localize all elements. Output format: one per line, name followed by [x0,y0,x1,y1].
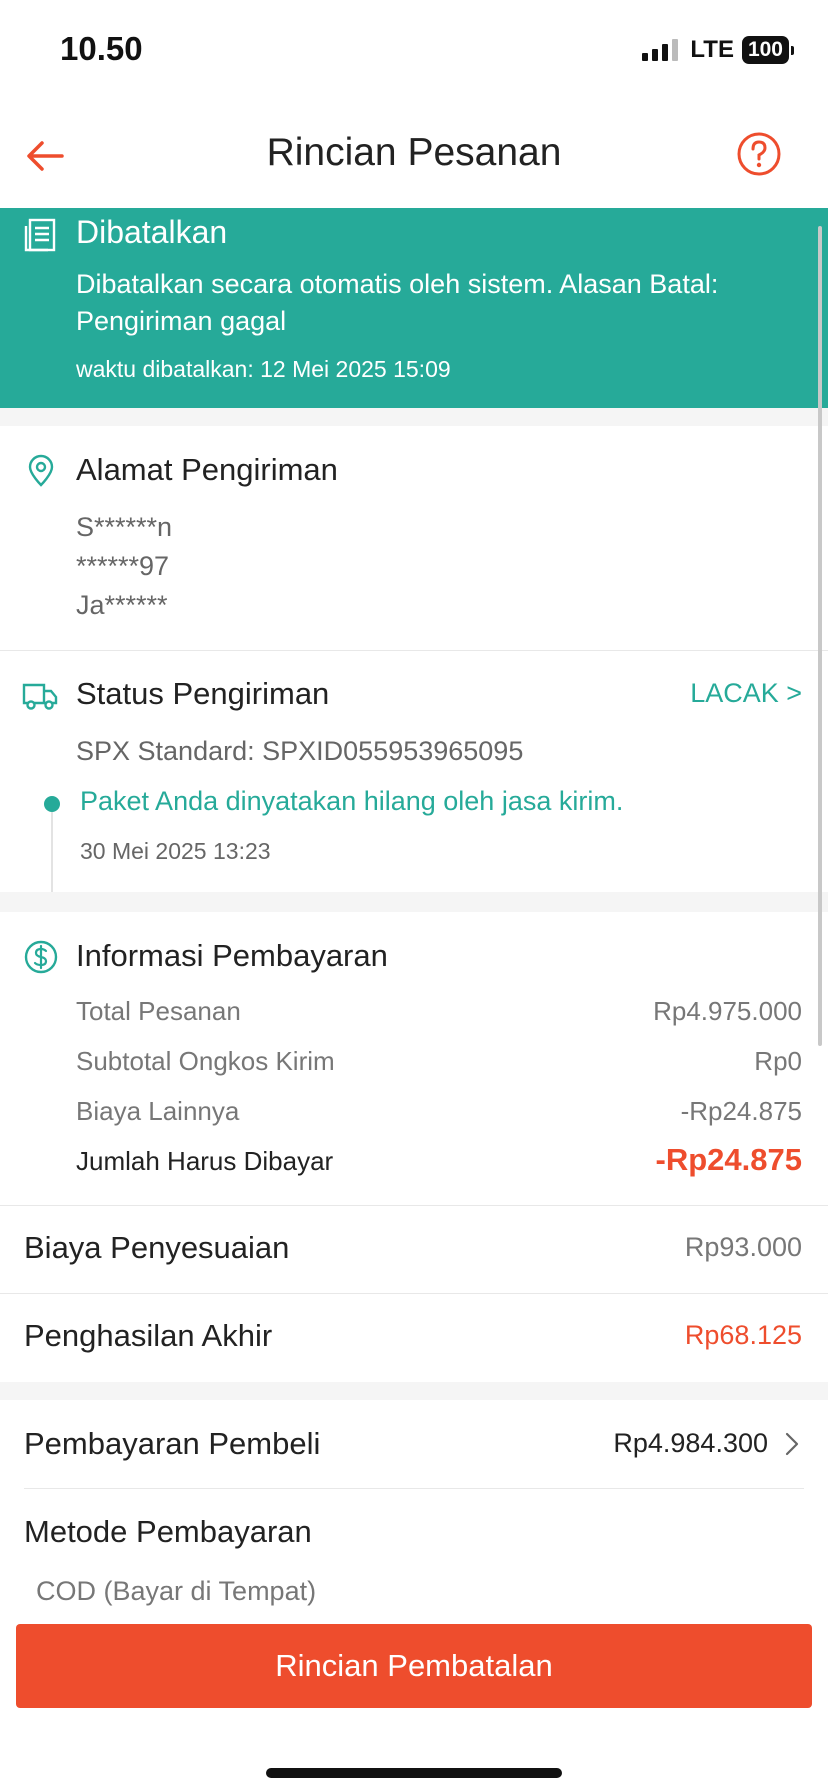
address-title: Alamat Pengiriman [76,452,338,487]
payment-row-label: Total Pesanan [76,996,241,1026]
tracking-status: Paket Anda dinyatakan hilang oleh jasa k… [80,786,624,816]
payment-row-value: -Rp24.875 [680,1096,802,1126]
cancel-time: waktu dibatalkan: 12 Mei 2025 15:09 [76,356,451,382]
address-name: S******n [76,512,173,542]
section-gap [0,408,828,426]
payment-row-value: Rp0 [754,1046,802,1076]
payment-row: Subtotal Ongkos Kirim Rp0 [76,1046,802,1086]
cancelled-title: Dibatalkan [76,214,228,250]
home-indicator [266,1768,562,1778]
status-indicators: LTE 100 [642,36,794,64]
divider [0,1293,828,1294]
payment-row-value: Rp4.975.000 [653,996,802,1026]
final-income-label: Penghasilan Akhir [24,1318,273,1353]
section-gap [0,892,828,912]
location-pin-icon [28,454,54,487]
payment-row-label: Biaya Lainnya [76,1096,240,1126]
status-bar: 10.50 LTE 100 [0,0,828,100]
payment-method-value: COD (Bayar di Tempat) [36,1576,317,1606]
address-phone: ******97 [76,551,170,581]
page-title: Rincian Pesanan [266,131,562,174]
payment-row: Total Pesanan Rp4.975.000 [76,996,802,1036]
payment-total-value: -Rp24.875 [655,1142,802,1177]
battery-icon: 100 [741,36,794,64]
track-link[interactable]: LACAK > [690,678,802,709]
adjustment-label: Biaya Penyesuaian [24,1230,290,1265]
buyer-payment-value: Rp4.984.300 [613,1428,768,1458]
timeline-dot [44,796,60,812]
tracking-time: 30 Mei 2025 13:23 [80,838,271,864]
nav-bar: Rincian Pesanan [0,105,828,205]
buyer-payment-label: Pembayaran Pembeli [24,1426,321,1461]
adjustment-value: Rp93.000 [684,1232,802,1262]
document-icon [24,218,56,252]
divider [24,1488,804,1489]
cancelled-banner: Dibatalkan Dibatalkan secara otomatis ol… [0,208,828,408]
payment-row-label: Subtotal Ongkos Kirim [76,1046,335,1076]
final-income-row: Penghasilan Akhir Rp68.125 [24,1318,802,1378]
payment-method-label: Metode Pembayaran [24,1514,312,1549]
truck-icon [22,683,58,710]
adjustment-row: Biaya Penyesuaian Rp93.000 [24,1230,802,1290]
payment-info-title: Informasi Pembayaran [76,938,388,973]
payment-total-label: Jumlah Harus Dibayar [76,1146,334,1176]
address-detail: Ja****** [76,590,168,620]
payment-method-row: Metode Pembayaran [24,1514,802,1574]
dollar-circle-icon [24,940,58,974]
buyer-payment-row[interactable]: Pembayaran Pembeli Rp4.984.300 [24,1426,802,1486]
payment-total-row: Jumlah Harus Dibayar -Rp24.875 [76,1142,802,1186]
bottom-action-bar: Rincian Pembatalan [0,1608,828,1792]
shipping-title: Status Pengiriman [76,676,330,711]
final-income-value: Rp68.125 [684,1320,802,1350]
payment-row: Biaya Lainnya -Rp24.875 [76,1096,802,1136]
network-label: LTE [690,36,734,63]
cancel-details-button[interactable]: Rincian Pembatalan [16,1624,812,1708]
divider [0,1205,828,1206]
scrollbar[interactable] [818,226,822,1046]
battery-level: 100 [741,36,789,64]
divider [0,650,828,651]
section-gap [0,1382,828,1400]
cancel-reason: Dibatalkan secara otomatis oleh sistem. … [76,269,719,336]
question-circle-icon[interactable] [736,131,782,177]
shipping-service: SPX Standard: SPXID055953965095 [76,736,524,766]
signal-icon [642,39,679,61]
timeline-line [51,812,53,892]
chevron-right-icon[interactable] [782,1430,802,1458]
status-time: 10.50 [60,30,143,67]
